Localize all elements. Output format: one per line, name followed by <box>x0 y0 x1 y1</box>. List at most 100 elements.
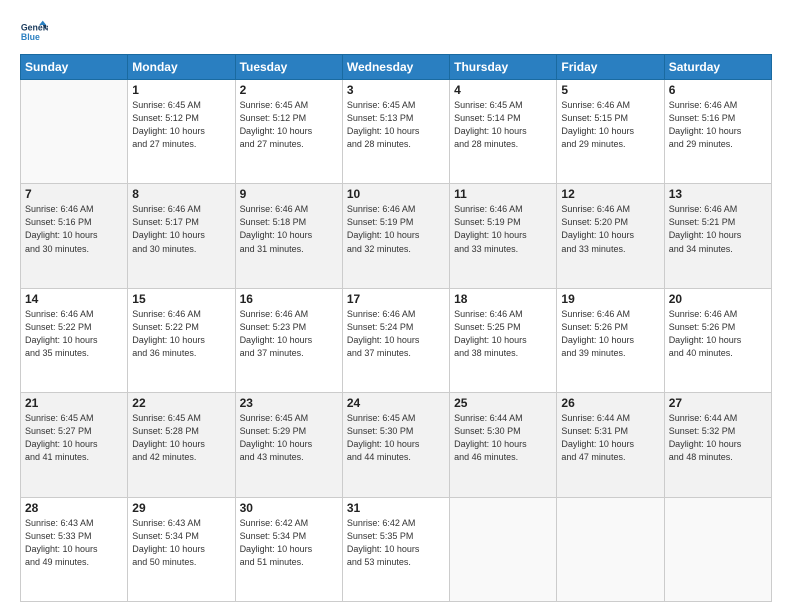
day-info: Sunrise: 6:45 AM Sunset: 5:28 PM Dayligh… <box>132 412 230 464</box>
day-info: Sunrise: 6:46 AM Sunset: 5:21 PM Dayligh… <box>669 203 767 255</box>
day-info: Sunrise: 6:46 AM Sunset: 5:18 PM Dayligh… <box>240 203 338 255</box>
calendar-cell: 5 Sunrise: 6:46 AM Sunset: 5:15 PM Daylig… <box>557 80 664 184</box>
day-info: Sunrise: 6:45 AM Sunset: 5:13 PM Dayligh… <box>347 99 445 151</box>
day-number: 11 <box>454 187 552 201</box>
day-info: Sunrise: 6:46 AM Sunset: 5:26 PM Dayligh… <box>561 308 659 360</box>
calendar-cell: 31 Sunrise: 6:42 AM Sunset: 5:35 PM Dayli… <box>342 497 449 601</box>
day-number: 23 <box>240 396 338 410</box>
day-info: Sunrise: 6:44 AM Sunset: 5:32 PM Dayligh… <box>669 412 767 464</box>
day-number: 4 <box>454 83 552 97</box>
calendar-cell: 27 Sunrise: 6:44 AM Sunset: 5:32 PM Dayli… <box>664 393 771 497</box>
day-number: 28 <box>25 501 123 515</box>
weekday-header-tuesday: Tuesday <box>235 55 342 80</box>
day-number: 14 <box>25 292 123 306</box>
calendar-cell: 29Sunrise: 6:43 AM Sunset: 5:34 PM Dayli… <box>128 497 235 601</box>
day-number: 15 <box>132 292 230 306</box>
day-number: 17 <box>347 292 445 306</box>
day-number: 19 <box>561 292 659 306</box>
day-info: Sunrise: 6:46 AM Sunset: 5:17 PM Dayligh… <box>132 203 230 255</box>
weekday-header-friday: Friday <box>557 55 664 80</box>
calendar-cell: 13Sunrise: 6:46 AM Sunset: 5:21 PM Dayli… <box>664 184 771 288</box>
calendar-cell: 15 Sunrise: 6:46 AM Sunset: 5:22 PM Dayli… <box>128 288 235 392</box>
week-row-3: 14 Sunrise: 6:46 AM Sunset: 5:22 PM Dayli… <box>21 288 772 392</box>
calendar-cell: 20 Sunrise: 6:46 AM Sunset: 5:26 PM Dayli… <box>664 288 771 392</box>
calendar-cell: 6Sunrise: 6:46 AM Sunset: 5:16 PM Daylig… <box>664 80 771 184</box>
day-number: 16 <box>240 292 338 306</box>
day-number: 30 <box>240 501 338 515</box>
calendar-cell: 18Sunrise: 6:46 AM Sunset: 5:25 PM Dayli… <box>450 288 557 392</box>
day-number: 6 <box>669 83 767 97</box>
day-number: 10 <box>347 187 445 201</box>
day-info: Sunrise: 6:46 AM Sunset: 5:20 PM Dayligh… <box>561 203 659 255</box>
calendar-cell <box>557 497 664 601</box>
day-number: 24 <box>347 396 445 410</box>
calendar-cell <box>21 80 128 184</box>
weekday-header-sunday: Sunday <box>21 55 128 80</box>
day-info: Sunrise: 6:46 AM Sunset: 5:22 PM Dayligh… <box>25 308 123 360</box>
weekday-header-wednesday: Wednesday <box>342 55 449 80</box>
week-row-2: 7 Sunrise: 6:46 AM Sunset: 5:16 PM Daylig… <box>21 184 772 288</box>
day-info: Sunrise: 6:44 AM Sunset: 5:30 PM Dayligh… <box>454 412 552 464</box>
calendar-cell: 10 Sunrise: 6:46 AM Sunset: 5:19 PM Dayli… <box>342 184 449 288</box>
day-number: 8 <box>132 187 230 201</box>
weekday-header-row: SundayMondayTuesdayWednesdayThursdayFrid… <box>21 55 772 80</box>
calendar-cell <box>664 497 771 601</box>
page: General Blue SundayMondayTuesdayWednesda… <box>0 0 792 612</box>
calendar-cell <box>450 497 557 601</box>
calendar-cell: 9 Sunrise: 6:46 AM Sunset: 5:18 PM Daylig… <box>235 184 342 288</box>
day-info: Sunrise: 6:46 AM Sunset: 5:16 PM Dayligh… <box>25 203 123 255</box>
calendar-cell: 22 Sunrise: 6:45 AM Sunset: 5:28 PM Dayli… <box>128 393 235 497</box>
week-row-1: 1 Sunrise: 6:45 AM Sunset: 5:12 PM Daylig… <box>21 80 772 184</box>
day-number: 3 <box>347 83 445 97</box>
day-info: Sunrise: 6:46 AM Sunset: 5:15 PM Dayligh… <box>561 99 659 151</box>
header: General Blue <box>20 18 772 46</box>
day-number: 9 <box>240 187 338 201</box>
calendar-cell: 7 Sunrise: 6:46 AM Sunset: 5:16 PM Daylig… <box>21 184 128 288</box>
calendar-cell: 11Sunrise: 6:46 AM Sunset: 5:19 PM Dayli… <box>450 184 557 288</box>
day-number: 7 <box>25 187 123 201</box>
day-info: Sunrise: 6:46 AM Sunset: 5:26 PM Dayligh… <box>669 308 767 360</box>
calendar-cell: 2Sunrise: 6:45 AM Sunset: 5:12 PM Daylig… <box>235 80 342 184</box>
calendar-cell: 23Sunrise: 6:45 AM Sunset: 5:29 PM Dayli… <box>235 393 342 497</box>
day-info: Sunrise: 6:46 AM Sunset: 5:22 PM Dayligh… <box>132 308 230 360</box>
day-number: 1 <box>132 83 230 97</box>
calendar-cell: 25 Sunrise: 6:44 AM Sunset: 5:30 PM Dayli… <box>450 393 557 497</box>
day-info: Sunrise: 6:45 AM Sunset: 5:14 PM Dayligh… <box>454 99 552 151</box>
day-info: Sunrise: 6:45 AM Sunset: 5:27 PM Dayligh… <box>25 412 123 464</box>
week-row-4: 21Sunrise: 6:45 AM Sunset: 5:27 PM Dayli… <box>21 393 772 497</box>
week-row-5: 28 Sunrise: 6:43 AM Sunset: 5:33 PM Dayli… <box>21 497 772 601</box>
weekday-header-monday: Monday <box>128 55 235 80</box>
day-number: 26 <box>561 396 659 410</box>
calendar-cell: 4 Sunrise: 6:45 AM Sunset: 5:14 PM Daylig… <box>450 80 557 184</box>
svg-text:Blue: Blue <box>21 32 40 42</box>
weekday-header-thursday: Thursday <box>450 55 557 80</box>
day-number: 20 <box>669 292 767 306</box>
calendar-cell: 26 Sunrise: 6:44 AM Sunset: 5:31 PM Dayli… <box>557 393 664 497</box>
day-number: 27 <box>669 396 767 410</box>
calendar-cell: 19 Sunrise: 6:46 AM Sunset: 5:26 PM Dayli… <box>557 288 664 392</box>
day-number: 5 <box>561 83 659 97</box>
day-info: Sunrise: 6:43 AM Sunset: 5:33 PM Dayligh… <box>25 517 123 569</box>
day-info: Sunrise: 6:45 AM Sunset: 5:12 PM Dayligh… <box>132 99 230 151</box>
calendar-cell: 1 Sunrise: 6:45 AM Sunset: 5:12 PM Daylig… <box>128 80 235 184</box>
calendar-cell: 16 Sunrise: 6:46 AM Sunset: 5:23 PM Dayli… <box>235 288 342 392</box>
calendar-cell: 30 Sunrise: 6:42 AM Sunset: 5:34 PM Dayli… <box>235 497 342 601</box>
day-number: 25 <box>454 396 552 410</box>
day-number: 31 <box>347 501 445 515</box>
day-info: Sunrise: 6:45 AM Sunset: 5:30 PM Dayligh… <box>347 412 445 464</box>
day-info: Sunrise: 6:42 AM Sunset: 5:34 PM Dayligh… <box>240 517 338 569</box>
day-info: Sunrise: 6:46 AM Sunset: 5:23 PM Dayligh… <box>240 308 338 360</box>
calendar-cell: 8 Sunrise: 6:46 AM Sunset: 5:17 PM Daylig… <box>128 184 235 288</box>
calendar-cell: 21Sunrise: 6:45 AM Sunset: 5:27 PM Dayli… <box>21 393 128 497</box>
weekday-header-saturday: Saturday <box>664 55 771 80</box>
day-info: Sunrise: 6:42 AM Sunset: 5:35 PM Dayligh… <box>347 517 445 569</box>
calendar-cell: 24 Sunrise: 6:45 AM Sunset: 5:30 PM Dayli… <box>342 393 449 497</box>
day-info: Sunrise: 6:44 AM Sunset: 5:31 PM Dayligh… <box>561 412 659 464</box>
calendar-cell: 17 Sunrise: 6:46 AM Sunset: 5:24 PM Dayli… <box>342 288 449 392</box>
day-number: 22 <box>132 396 230 410</box>
day-number: 18 <box>454 292 552 306</box>
day-info: Sunrise: 6:46 AM Sunset: 5:19 PM Dayligh… <box>347 203 445 255</box>
calendar-cell: 12Sunrise: 6:46 AM Sunset: 5:20 PM Dayli… <box>557 184 664 288</box>
day-info: Sunrise: 6:46 AM Sunset: 5:24 PM Dayligh… <box>347 308 445 360</box>
calendar-cell: 14 Sunrise: 6:46 AM Sunset: 5:22 PM Dayli… <box>21 288 128 392</box>
